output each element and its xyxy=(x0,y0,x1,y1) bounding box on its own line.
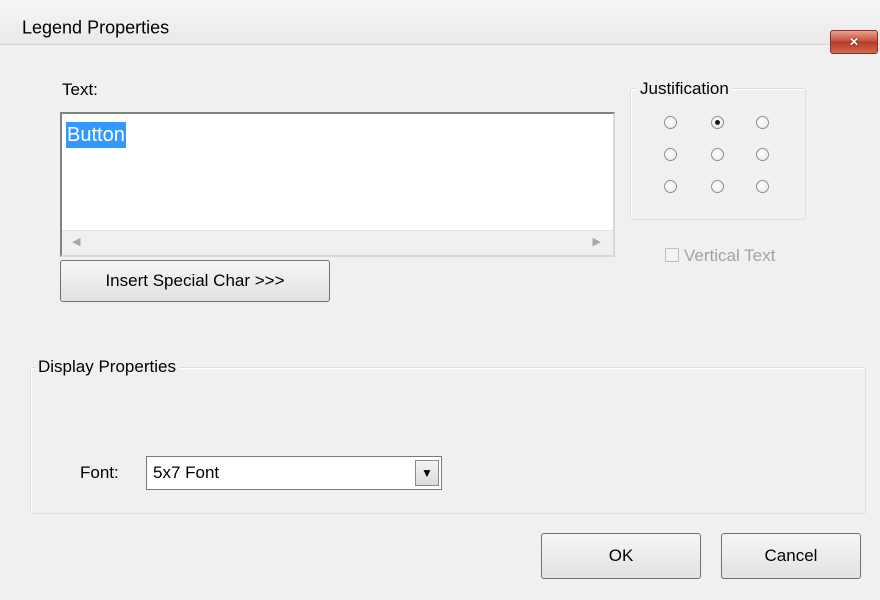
font-select-value: 5x7 Font xyxy=(153,463,220,482)
ok-button[interactable]: OK xyxy=(541,533,701,579)
close-icon: × xyxy=(849,33,859,51)
legend-text-area[interactable]: Button ◀ ▶ xyxy=(60,112,615,257)
justify-top-center-radio[interactable] xyxy=(711,116,724,129)
scroll-right-icon[interactable]: ▶ xyxy=(593,235,601,248)
window-title: Legend Properties xyxy=(22,17,170,38)
insert-special-char-button[interactable]: Insert Special Char >>> xyxy=(60,260,330,302)
justify-bottom-center-radio[interactable] xyxy=(711,180,724,193)
vertical-text-checkbox[interactable] xyxy=(665,248,679,262)
justify-middle-right-radio[interactable] xyxy=(756,148,769,161)
cancel-button[interactable]: Cancel xyxy=(721,533,861,579)
font-label: Font: xyxy=(80,463,119,482)
scroll-left-icon[interactable]: ◀ xyxy=(72,235,80,248)
justify-top-left-radio[interactable] xyxy=(664,116,677,129)
justify-middle-center-radio[interactable] xyxy=(711,148,724,161)
justification-label: Justification xyxy=(637,79,732,99)
display-properties-label: Display Properties xyxy=(35,357,179,377)
display-properties-group: Display Properties xyxy=(30,357,866,514)
close-button[interactable]: × xyxy=(830,30,878,54)
chevron-down-icon[interactable]: ▼ xyxy=(415,460,439,486)
font-select[interactable]: 5x7 Font ▼ xyxy=(146,456,442,490)
vertical-text-label: Vertical Text xyxy=(684,246,776,265)
justification-group: Justification xyxy=(630,79,806,220)
justify-middle-left-radio[interactable] xyxy=(664,148,677,161)
legend-text-value: Button xyxy=(66,122,126,148)
justify-top-right-radio[interactable] xyxy=(756,116,769,129)
text-label: Text: xyxy=(62,80,98,99)
title-bar: Legend Properties × xyxy=(0,0,880,54)
justify-bottom-right-radio[interactable] xyxy=(756,180,769,193)
horizontal-scrollbar[interactable]: ◀ ▶ xyxy=(62,230,613,255)
justify-bottom-left-radio[interactable] xyxy=(664,180,677,193)
